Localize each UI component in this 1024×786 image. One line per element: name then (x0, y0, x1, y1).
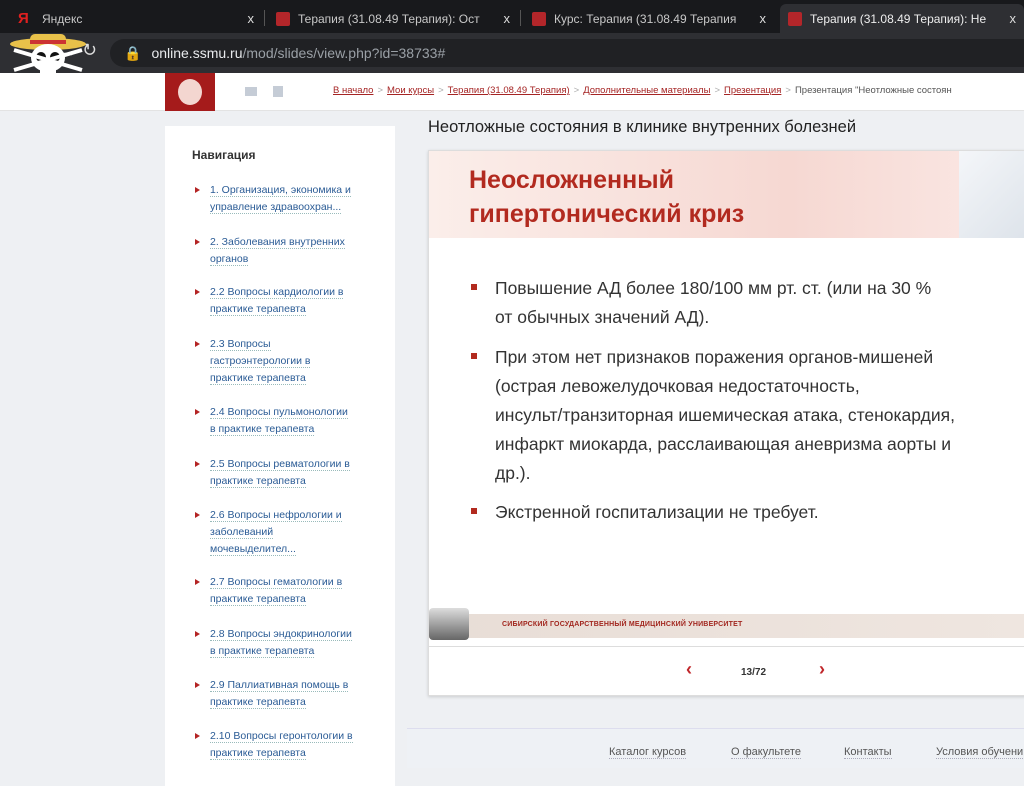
tab-therapy-1[interactable]: Терапия (31.08.49 Терапия): Ост x (268, 4, 518, 33)
slide-heading: Неосложненный гипертонический криз (469, 166, 745, 228)
tab-course[interactable]: Курс: Терапия (31.08.49 Терапия x (524, 4, 774, 33)
page-title: Неотложные состояния в клинике внутренни… (428, 118, 857, 136)
breadcrumb-my-courses[interactable]: Мои курсы (387, 85, 434, 96)
address-bar-area: → ↻ 🔒 online.ssmu.ru/mod/slides/view.php?… (0, 33, 1024, 73)
nav-item[interactable]: 2.3 Вопросы гастроэнтерологии в практике т… (193, 336, 373, 387)
skull-straw-hat-icon (10, 34, 86, 74)
tab-bar: Я Яндекс x Терапия (31.08.49 Терапия): Ост… (0, 0, 1024, 33)
close-tab-icon[interactable]: x (504, 11, 511, 26)
tab-therapy-active[interactable]: Терапия (31.08.49 Терапия): Не x (780, 4, 1024, 33)
navigation-title: Навигация (192, 148, 256, 162)
nav-item[interactable]: 2.4 Вопросы пульмонологии в практике тера… (193, 404, 373, 438)
footer-link-faculty[interactable]: О факультете (731, 746, 801, 759)
footer-link-catalog[interactable]: Каталог курсов (609, 746, 687, 759)
tab-yandex[interactable]: Я Яндекс x (10, 4, 262, 33)
nav-item[interactable]: 2.5 Вопросы ревматологии в практике терап… (193, 456, 373, 490)
close-tab-icon[interactable]: x (248, 11, 255, 26)
breadcrumb-presentation[interactable]: Презентация (724, 85, 781, 96)
navigation-block: Навигация 1. Организация, экономика и упр… (165, 126, 395, 786)
breadcrumb: В начало > Мои курсы > Терапия (31.08.49 Тер… (333, 85, 952, 96)
ssmu-icon (788, 11, 802, 26)
doctor-image (959, 151, 1024, 238)
ssmu-logo[interactable] (165, 73, 215, 111)
yandex-icon: Я (18, 10, 29, 27)
slide-bullet: Повышение АД более 180/100 мм рт. ст. (и… (469, 274, 1024, 332)
slide-header: Неосложненный гипертонический криз (429, 151, 1024, 238)
breadcrumb-materials[interactable]: Дополнительные материалы (583, 85, 710, 96)
slide-viewer: Неосложненный гипертонический криз Повыше… (428, 150, 1024, 696)
slide-counter: 13/72 (741, 667, 767, 678)
slide-pager: ‹ 13/72 › (429, 646, 1024, 696)
tonometer-image (429, 608, 469, 640)
url-input[interactable]: 🔒 online.ssmu.ru/mod/slides/view.php?id=3… (110, 39, 1024, 67)
prev-slide-button[interactable]: ‹ (686, 659, 692, 680)
nav-item[interactable]: 2. Заболевания внутренних органов (193, 234, 373, 268)
nav-item[interactable]: 2.6 Вопросы нефрологии и заболеваний мочев… (193, 507, 373, 558)
lock-icon: 🔒 (124, 44, 142, 61)
next-slide-button[interactable]: › (819, 659, 825, 680)
site-header: В начало > Мои курсы > Терапия (31.08.49 Тер… (0, 73, 1024, 111)
close-tab-icon[interactable]: x (760, 11, 767, 26)
close-tab-icon[interactable]: x (1010, 11, 1017, 26)
breadcrumb-course[interactable]: Терапия (31.08.49 Терапия) (448, 85, 570, 96)
nav-item[interactable]: 2.8 Вопросы эндокринологии в практике тер… (193, 626, 373, 660)
slide-bullet: Экстренной госпитализации не требует. (469, 498, 1024, 527)
slide-bullet: При этом нет признаков поражения органов… (469, 343, 1024, 488)
nav-item[interactable]: 2.2 Вопросы кардиологии в практике терапе… (193, 284, 373, 318)
ssmu-icon (276, 11, 290, 26)
breadcrumb-home[interactable]: В начало (333, 85, 373, 96)
calendar-icon[interactable] (273, 86, 283, 97)
slide-footer: СИБИРСКИЙ ГОСУДАРСТВЕННЫЙ МЕДИЦИНСКИЙ УН… (429, 614, 1024, 638)
nav-item[interactable]: 2.9 Паллиативная помощь в практике терапе… (193, 677, 373, 711)
ssmu-icon (532, 11, 546, 26)
nav-item[interactable]: 2.7 Вопросы гематологии в практике терапе… (193, 574, 373, 608)
nav-item[interactable]: 1. Организация, экономика и управление зд… (193, 182, 373, 216)
site-footer: Каталог курсов О факультете Контакты Усл… (407, 728, 1024, 768)
footer-link-contacts[interactable]: Контакты (844, 746, 892, 759)
breadcrumb-current: Презентация "Неотложные состоян (794, 85, 952, 96)
footer-link-terms[interactable]: Условия обучени (936, 746, 1024, 759)
nav-item[interactable]: 2.10 Вопросы геронтологии в практике тера… (193, 728, 373, 762)
mail-icon[interactable] (245, 87, 257, 96)
